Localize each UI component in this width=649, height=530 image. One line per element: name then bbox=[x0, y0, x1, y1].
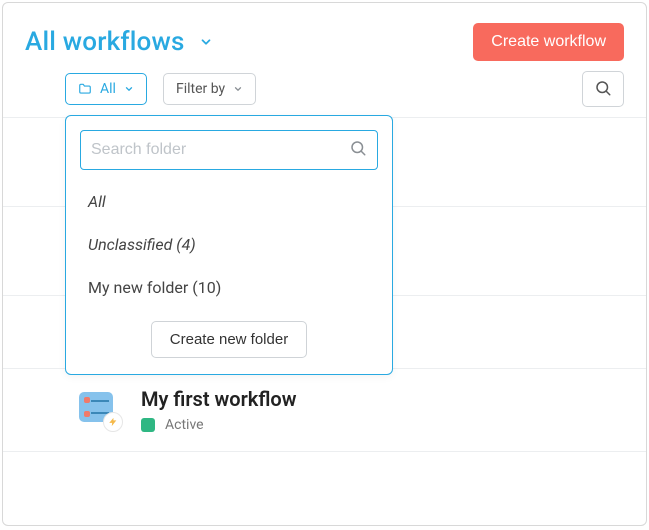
workflow-row[interactable]: My first workflow Active bbox=[3, 369, 646, 452]
folder-dropdown: All Unclassified (4) My new folder (10) … bbox=[65, 115, 393, 375]
folder-filter-label: All bbox=[100, 81, 116, 97]
folder-search-wrap[interactable] bbox=[80, 130, 378, 170]
filter-by-button[interactable]: Filter by bbox=[163, 73, 256, 105]
chevron-down-icon bbox=[199, 35, 213, 49]
folder-filter-button[interactable]: All bbox=[65, 73, 147, 105]
folder-icon bbox=[78, 82, 92, 96]
status-indicator bbox=[141, 418, 155, 432]
search-icon bbox=[594, 79, 612, 100]
chevron-down-icon bbox=[124, 84, 134, 94]
filter-by-label: Filter by bbox=[176, 81, 225, 97]
bolt-icon bbox=[103, 412, 123, 432]
folder-item-unclassified[interactable]: Unclassified (4) bbox=[84, 223, 374, 266]
chevron-down-icon bbox=[233, 84, 243, 94]
search-icon bbox=[349, 139, 367, 161]
folder-search-input[interactable] bbox=[91, 141, 341, 159]
create-workflow-button[interactable]: Create workflow bbox=[473, 23, 624, 61]
folder-item-my-new-folder[interactable]: My new folder (10) bbox=[84, 266, 374, 309]
workflow-title: My first workflow bbox=[141, 387, 297, 411]
search-button[interactable] bbox=[582, 71, 624, 107]
status-label: Active bbox=[165, 417, 204, 433]
page-title-dropdown[interactable]: All workflows bbox=[25, 27, 213, 57]
page-title: All workflows bbox=[25, 27, 185, 57]
folder-list: All Unclassified (4) My new folder (10) bbox=[80, 170, 378, 315]
create-folder-button[interactable]: Create new folder bbox=[151, 321, 307, 358]
folder-item-all[interactable]: All bbox=[84, 180, 374, 223]
workflow-icon bbox=[79, 392, 119, 428]
